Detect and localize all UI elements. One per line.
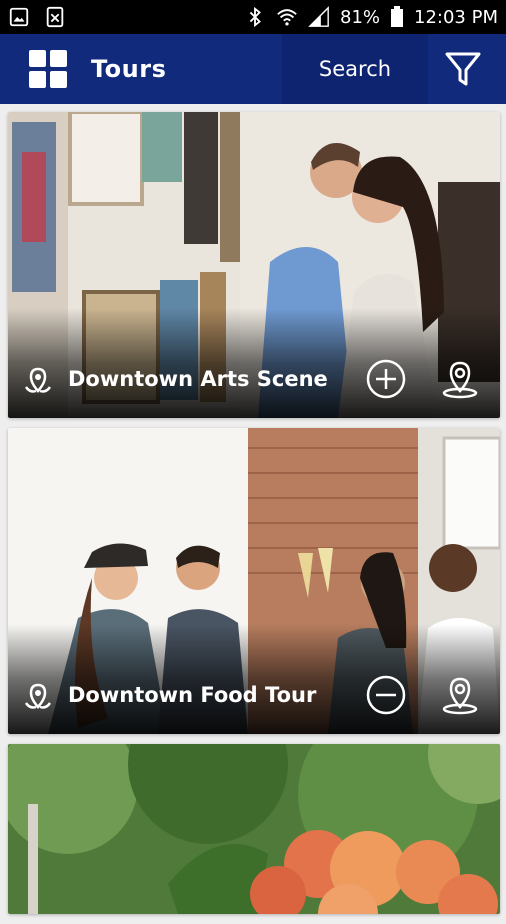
wifi-icon [277, 9, 297, 26]
map-pin-icon [442, 677, 478, 715]
tour-title: Downtown Food Tour [68, 683, 317, 707]
tour-photo [8, 744, 500, 914]
minus-circle-icon [366, 675, 406, 715]
remove-tour-button[interactable] [366, 675, 406, 715]
page-title: Tours [91, 55, 167, 83]
tour-pins-icon [24, 683, 52, 709]
app-bar: Tours Search [0, 34, 506, 104]
battery-icon [391, 6, 404, 27]
map-location-button[interactable] [440, 359, 480, 399]
tour-title: Downtown Arts Scene [68, 367, 328, 391]
signal-icon [308, 6, 329, 27]
plus-circle-icon [366, 359, 406, 399]
tour-card[interactable]: Downtown Arts Scene [8, 112, 500, 418]
tour-card[interactable] [8, 744, 500, 914]
add-tour-button[interactable] [366, 359, 406, 399]
filter-button[interactable] [428, 34, 498, 104]
grid-menu-icon[interactable] [29, 50, 67, 88]
battery-percent: 81% [340, 6, 381, 28]
tour-list: Downtown Arts Scene Downtown Food Tour [8, 112, 500, 924]
map-pin-icon [442, 361, 478, 399]
tour-pins-icon [24, 367, 52, 393]
filter-icon [445, 52, 481, 86]
bluetooth-icon [249, 6, 261, 28]
tour-card[interactable]: Downtown Food Tour [8, 428, 500, 734]
status-bar: 81% 12:03 PM [0, 0, 506, 34]
search-button[interactable]: Search [282, 34, 428, 104]
map-location-button[interactable] [440, 675, 480, 715]
clock: 12:03 PM [414, 6, 498, 28]
file-notification-icon [46, 6, 64, 28]
gallery-notification-icon [9, 7, 29, 27]
